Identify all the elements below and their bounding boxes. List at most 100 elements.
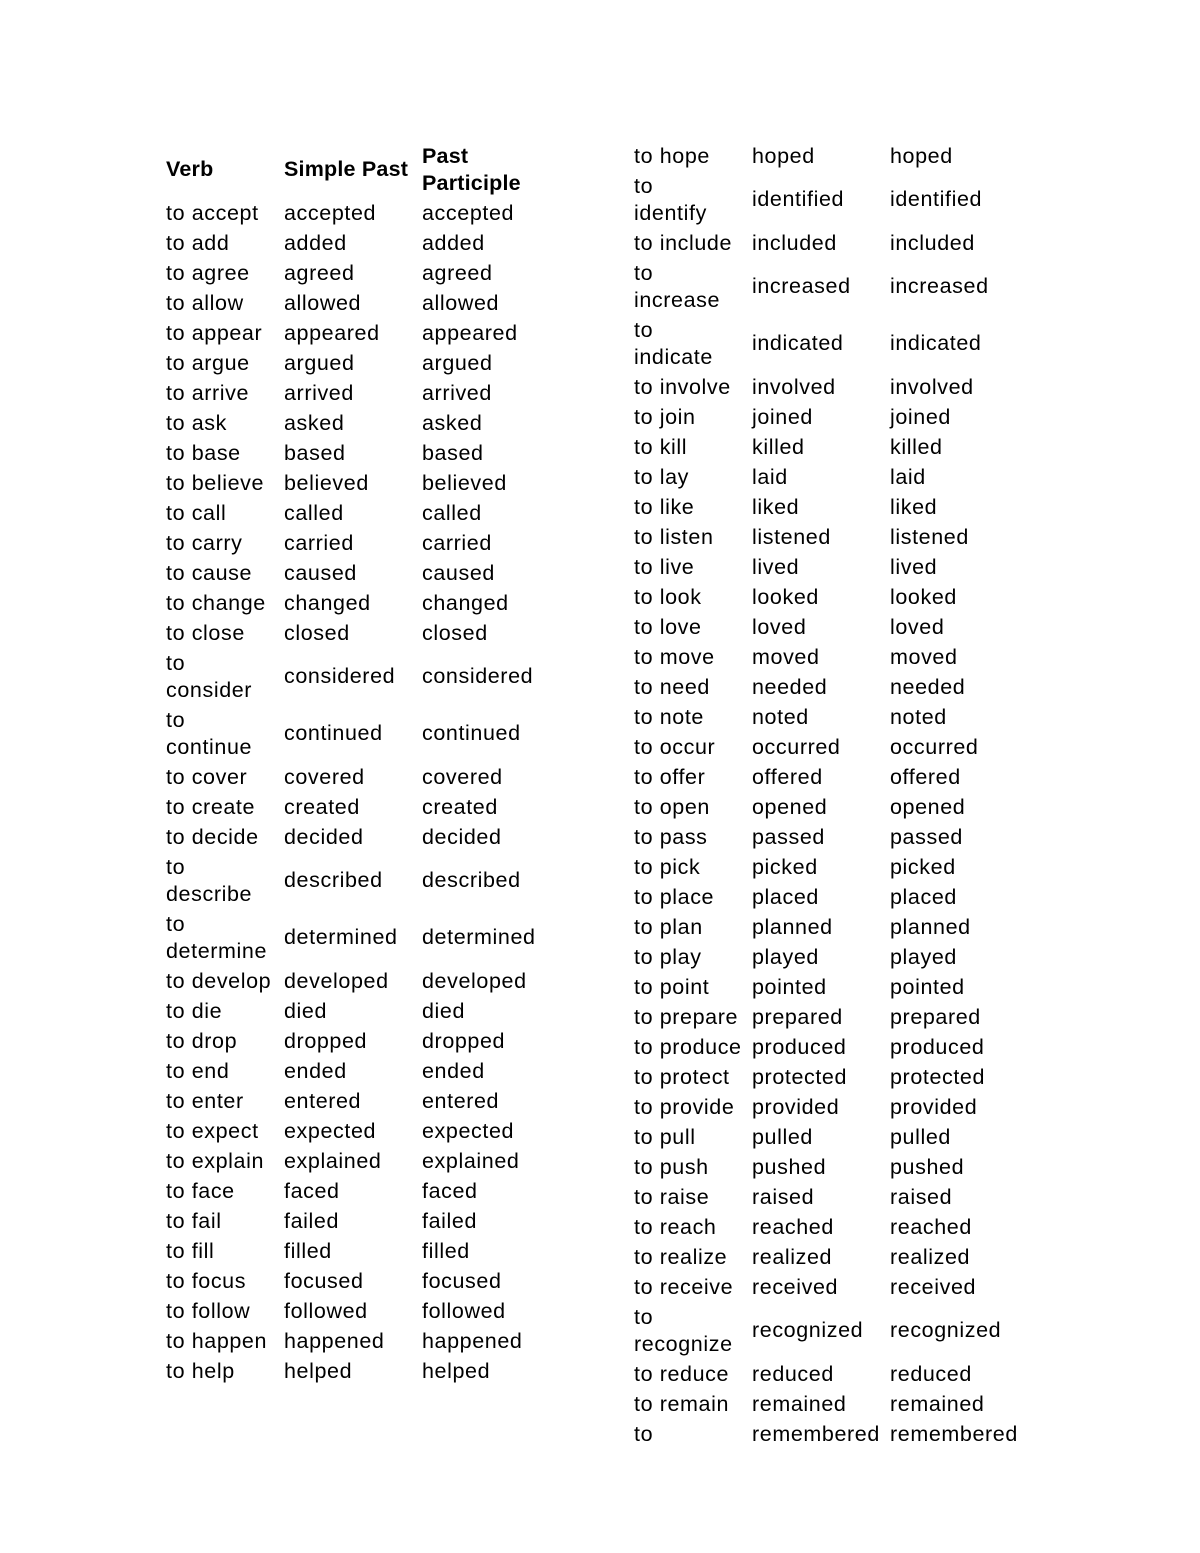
table-row: to remain remained remained: [634, 1389, 1040, 1419]
verb-cell: to develop: [166, 968, 272, 993]
table-row: to occur occurred occurred: [634, 732, 1040, 762]
verb-cell: to need: [634, 674, 710, 699]
simple-past-cell: offered: [752, 764, 823, 789]
verb-cell: to occur: [634, 734, 716, 759]
simple-past-cell: added: [284, 230, 347, 255]
simple-past-cell: agreed: [284, 260, 355, 285]
table-row: to call called called: [166, 498, 572, 528]
past-participle-cell: asked: [422, 410, 483, 435]
past-participle-cell: prepared: [890, 1004, 981, 1029]
simple-past-cell: entered: [284, 1088, 362, 1113]
verb-cell: to arrive: [166, 380, 250, 405]
table-row: to need needed needed: [634, 672, 1040, 702]
verb-cell: to argue: [166, 350, 250, 375]
verb-cell: to explain: [166, 1148, 265, 1173]
verb-cell: to offer: [634, 764, 706, 789]
past-participle-cell: realized: [890, 1244, 971, 1269]
past-participle-cell: laid: [890, 464, 926, 489]
verb-cell: to look: [634, 584, 702, 609]
table-row: to pass passed passed: [634, 822, 1040, 852]
table-row: to face faced faced: [166, 1176, 572, 1206]
past-participle-cell: noted: [890, 704, 947, 729]
table-row: to describe described described: [166, 852, 572, 909]
simple-past-cell: developed: [284, 968, 389, 993]
past-participle-cell: followed: [422, 1298, 506, 1323]
simple-past-cell: determined: [284, 925, 398, 949]
verb-cell: to expect: [166, 1118, 259, 1143]
table-row: to note noted noted: [634, 702, 1040, 732]
verb-cell: to provide: [634, 1094, 735, 1119]
verb-cell: to protect: [634, 1064, 730, 1089]
table-row: to accept accepted accepted: [166, 198, 572, 228]
table-row: to like liked liked: [634, 492, 1040, 522]
past-participle-cell: remained: [890, 1391, 985, 1416]
table-row: to offer offered offered: [634, 762, 1040, 792]
simple-past-cell: allowed: [284, 290, 362, 315]
verb-cell: to love: [634, 614, 702, 639]
verb-cell: to remain: [634, 1391, 730, 1416]
past-participle-cell: occurred: [890, 734, 979, 759]
table-row: to join joined joined: [634, 402, 1040, 432]
table-row: to receive received received: [634, 1272, 1040, 1302]
simple-past-cell: continued: [284, 721, 383, 745]
verb-cell: to fill: [166, 1238, 215, 1263]
simple-past-cell: recognized: [752, 1318, 864, 1342]
verb-cell: to fail: [166, 1208, 222, 1233]
past-participle-cell: focused: [422, 1268, 502, 1293]
past-participle-cell: involved: [890, 374, 974, 399]
past-participle-cell: ended: [422, 1058, 485, 1083]
table-row: to close closed closed: [166, 618, 572, 648]
simple-past-cell: believed: [284, 470, 369, 495]
simple-past-cell: dropped: [284, 1028, 368, 1053]
table-row: to develop developed developed: [166, 966, 572, 996]
past-participle-cell: looked: [890, 584, 957, 609]
table-row: to look looked looked: [634, 582, 1040, 612]
verb-cell: to cover: [166, 764, 248, 789]
table-row: to hope hoped hoped: [634, 141, 1040, 171]
verb-cell: to believe: [166, 470, 265, 495]
past-participle-cell: raised: [890, 1184, 953, 1209]
table-row: to remembered remembered: [634, 1419, 1040, 1449]
past-participle-cell: played: [890, 944, 957, 969]
simple-past-cell: indicated: [752, 331, 844, 355]
table-row: to produce produced produced: [634, 1032, 1040, 1062]
past-participle-cell: pushed: [890, 1154, 965, 1179]
table-row: to agree agreed agreed: [166, 258, 572, 288]
simple-past-cell: reached: [752, 1214, 834, 1239]
simple-past-cell: argued: [284, 350, 355, 375]
past-participle-cell: determined: [422, 925, 536, 949]
header-row: Verb Simple Past Past Participle: [166, 141, 572, 198]
verb-cell: to add: [166, 230, 230, 255]
simple-past-cell: filled: [284, 1238, 332, 1263]
simple-past-cell: carried: [284, 530, 354, 555]
simple-past-cell: involved: [752, 374, 836, 399]
simple-past-cell: planned: [752, 914, 833, 939]
simple-past-cell: lived: [752, 554, 800, 579]
past-participle-cell: reduced: [890, 1361, 972, 1386]
simple-past-cell: expected: [284, 1118, 377, 1143]
table-row: to pull pulled pulled: [634, 1122, 1040, 1152]
verb-cell: to cause: [166, 560, 253, 585]
verb-table-left: Verb Simple Past Past Participle to accep…: [166, 141, 572, 1386]
simple-past-cell: ended: [284, 1058, 347, 1083]
table-row: to identify identified identified: [634, 171, 1040, 228]
table-row: to change changed changed: [166, 588, 572, 618]
verb-cell: to identify: [634, 173, 707, 225]
simple-past-cell: remembered: [752, 1421, 880, 1446]
simple-past-cell: killed: [752, 434, 805, 459]
table-row: to point pointed pointed: [634, 972, 1040, 1002]
past-participle-cell: hoped: [890, 143, 953, 168]
verb-cell: to agree: [166, 260, 250, 285]
table-row: to move moved moved: [634, 642, 1040, 672]
verb-cell: to open: [634, 794, 710, 819]
verb-cell: to reach: [634, 1214, 717, 1239]
verb-cell: to: [634, 1421, 654, 1446]
simple-past-cell: picked: [752, 854, 818, 879]
verb-cell: to like: [634, 494, 695, 519]
table-row: to prepare prepared prepared: [634, 1002, 1040, 1032]
table-row: to increase increased increased: [634, 258, 1040, 315]
verb-cell: to place: [634, 884, 715, 909]
past-participle-cell: faced: [422, 1178, 478, 1203]
table-row: to continue continued continued: [166, 705, 572, 762]
table-row: to listen listened listened: [634, 522, 1040, 552]
